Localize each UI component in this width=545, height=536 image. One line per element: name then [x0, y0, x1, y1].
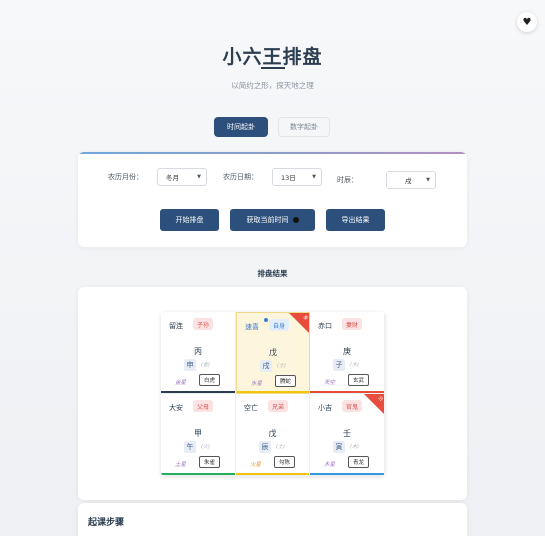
- day-select[interactable]: 13日 ▼: [272, 168, 322, 186]
- deity-badge: 白虎: [199, 374, 221, 386]
- favorite-button[interactable]: ♥: [517, 12, 537, 32]
- palace-name: 赤口: [318, 322, 332, 330]
- earthly-branch: 午: [184, 441, 196, 453]
- palace-name: 速喜: [245, 323, 259, 331]
- palace-color-bar: [161, 391, 235, 393]
- palace-color-bar: [310, 391, 384, 393]
- day-label: 农历日期：: [223, 173, 258, 181]
- steps-title: 起课步骤: [88, 518, 125, 528]
- five-element: (木): [350, 444, 359, 450]
- chevron-down-icon: ▼: [426, 177, 430, 183]
- star-label: 火星: [250, 462, 262, 468]
- clock-icon: [292, 217, 299, 223]
- palace-color-bar: [310, 473, 384, 475]
- relation-tag: 官鬼: [342, 400, 363, 412]
- title-underline: [261, 67, 285, 69]
- month-label: 农历月份：: [108, 173, 143, 181]
- tab-time-divination[interactable]: 时间起卦: [214, 117, 268, 137]
- get-current-time-button[interactable]: 获取当前时间: [230, 209, 315, 231]
- page-subtitle: 以简约之形，探天地之理: [231, 81, 314, 90]
- chevron-down-icon: ▼: [197, 174, 201, 180]
- export-results-button[interactable]: 导出结果: [326, 209, 385, 231]
- heavenly-stem: 壬: [343, 429, 351, 438]
- deity-badge: 朱雀: [199, 456, 221, 468]
- hour-label: 时辰：: [337, 176, 358, 184]
- earthly-branch: 申: [184, 359, 196, 371]
- deity-badge: 勾陈: [274, 456, 296, 468]
- relation-tag: 自身: [269, 319, 290, 331]
- palace-cell: 小吉 官鬼壬寅 (木) 木星 青龙日: [310, 394, 385, 476]
- star-label: 金星: [175, 380, 187, 386]
- earthly-branch: 辰: [259, 441, 271, 453]
- start-divination-button[interactable]: 开始排盘: [160, 209, 219, 231]
- relation-tag: 父母: [193, 400, 214, 412]
- hour-select[interactable]: 戌 ▼: [386, 171, 436, 189]
- five-element: (火): [201, 444, 210, 450]
- star-label: 天空: [324, 380, 336, 386]
- earthly-branch: 寅: [333, 441, 345, 453]
- palace-cell: 速喜 自身戊戌 (土) 水星 腾蛇身: [236, 312, 310, 394]
- deity-badge: 腾蛇: [275, 375, 297, 387]
- heavenly-stem: 戊: [268, 429, 277, 438]
- earthly-branch: 戌: [260, 360, 272, 372]
- palace-color-bar: [236, 473, 309, 475]
- palace-cell: 留连 子孙丙申 (金) 金星 白虎: [161, 312, 236, 394]
- relation-tag: 妻财: [342, 318, 363, 330]
- five-element: (土): [277, 363, 286, 369]
- heavenly-stem: 戊: [269, 348, 277, 357]
- star-label: 木星: [324, 462, 336, 468]
- palace-name: 留连: [169, 322, 183, 330]
- result-section-title: 排盘结果: [257, 269, 288, 278]
- heavenly-stem: 丙: [194, 347, 202, 356]
- star-label: 水星: [251, 381, 263, 387]
- palace-name: 小吉: [318, 404, 332, 412]
- palace-name: 空亡: [244, 404, 258, 412]
- mode-tabs: 时间起卦 数字起卦: [214, 117, 330, 137]
- palace-name: 大安: [169, 404, 183, 412]
- chevron-down-icon: ▼: [312, 174, 316, 180]
- heart-icon: ♥: [522, 16, 532, 28]
- deity-badge: 青龙: [348, 456, 370, 468]
- input-form-card: 农历月份： 冬月 ▼ 农历日期： 13日 ▼ 时辰： 戌 ▼ 开始排盘 获取当前…: [78, 152, 467, 247]
- five-element: (水): [350, 362, 359, 368]
- current-indicator-icon: [264, 318, 268, 322]
- palace-color-bar: [161, 473, 235, 475]
- deity-badge: 玄武: [348, 374, 370, 386]
- palace-color-bar: [237, 391, 309, 393]
- five-element: (土): [276, 444, 285, 450]
- month-select[interactable]: 冬月 ▼: [157, 168, 207, 186]
- relation-tag: 兄弟: [268, 400, 289, 412]
- palace-cell: 赤口 妻财庚子 (水) 天空 玄武: [310, 312, 385, 394]
- earthly-branch: 子: [333, 359, 345, 371]
- page-title: 小六王排盘: [222, 46, 323, 68]
- heavenly-stem: 甲: [194, 429, 202, 438]
- five-element: (金): [201, 362, 210, 368]
- card-accent-bar: [78, 152, 467, 154]
- relation-tag: 子孙: [193, 318, 214, 330]
- heavenly-stem: 庚: [343, 347, 351, 356]
- star-label: 土星: [175, 462, 187, 468]
- palace-grid: 留连 子孙丙申 (金) 金星 白虎 速喜 自身戊戌 (土) 水星 腾蛇身赤口 妻财庚子 (水) 天空 玄武…: [161, 312, 385, 476]
- palace-cell: 大安 父母甲午 (火) 土星 朱雀: [161, 394, 236, 476]
- steps-card: 起课步骤: [78, 503, 467, 536]
- tab-number-divination[interactable]: 数字起卦: [278, 117, 330, 137]
- palace-cell: 空亡 兄弟戊辰 (土) 火星 勾陈: [236, 394, 310, 476]
